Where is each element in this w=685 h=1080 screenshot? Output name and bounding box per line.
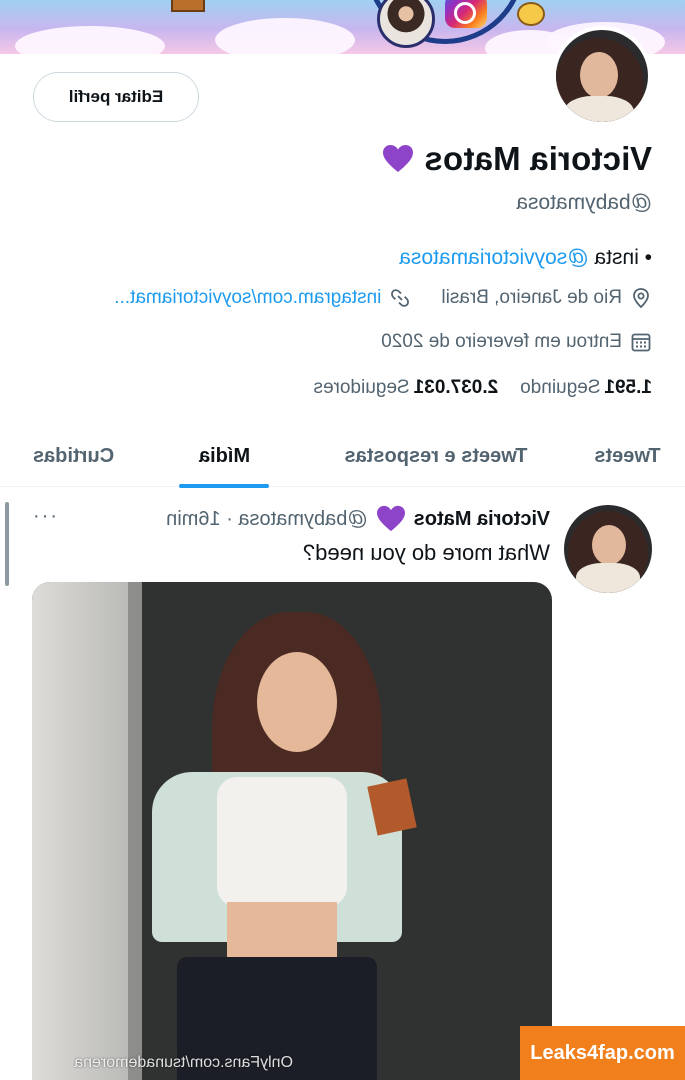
display-name: Victoria Matos bbox=[424, 140, 652, 177]
tweet-header: Victoria Matos @babymatosa · 16min bbox=[166, 505, 550, 533]
following-stat[interactable]: 1.591Seguindo bbox=[520, 377, 652, 399]
tab-likes[interactable]: Curtidas bbox=[0, 425, 147, 487]
mirrored-screen: Editar perfil Victoria Matos @babymatosa… bbox=[0, 0, 685, 1080]
followers-stat[interactable]: 2.037.031Seguidores bbox=[314, 377, 499, 399]
tab-tweets-replies-label: Tweets e respostas bbox=[344, 444, 528, 467]
tweet-text: What more do you need? bbox=[302, 540, 550, 565]
tab-tweets-label: Tweets bbox=[594, 444, 661, 467]
tweet-media-photo[interactable] bbox=[32, 582, 552, 1080]
edit-profile-label: Editar perfil bbox=[68, 87, 164, 106]
tweet-handle-time: @babymatosa · 16min bbox=[166, 507, 368, 530]
bio-text: • insta bbox=[588, 246, 652, 269]
profile-location: Rio de Janeiro, Brasil bbox=[441, 287, 622, 308]
following-label: Seguindo bbox=[520, 377, 601, 398]
profile-joined-row: Entrou em fevereiro de 2020 bbox=[381, 331, 652, 353]
profile-joined-date: Entrou em fevereiro de 2020 bbox=[381, 331, 622, 352]
location-pin-icon bbox=[630, 287, 652, 309]
calendar-icon bbox=[630, 331, 652, 353]
tweet-author-name[interactable]: Victoria Matos bbox=[414, 508, 550, 531]
profile-avatar[interactable] bbox=[552, 26, 652, 126]
profile-website-link[interactable]: instagram.com/soyvictoriamat... bbox=[114, 287, 381, 309]
followers-count: 2.037.031 bbox=[413, 377, 499, 398]
following-count: 1.591 bbox=[604, 377, 652, 398]
profile-handle: @babymatosa bbox=[516, 191, 652, 214]
profile-tabs: Tweets Tweets e respostas Mídia Curtidas bbox=[0, 425, 685, 487]
profile-name-row: Victoria Matos bbox=[382, 140, 652, 178]
bio-instagram-link[interactable]: @soyvictoriamatosa bbox=[399, 246, 588, 269]
gift-box-icon bbox=[171, 0, 205, 12]
edit-profile-button[interactable]: Editar perfil bbox=[33, 72, 199, 122]
instagram-icon bbox=[445, 0, 487, 28]
tab-tweets[interactable]: Tweets bbox=[570, 425, 685, 487]
purple-heart-icon bbox=[382, 144, 414, 174]
follow-stats: 1.591Seguindo 2.037.031Seguidores bbox=[314, 377, 653, 399]
tab-likes-label: Curtidas bbox=[32, 444, 115, 467]
scrollbar-thumb[interactable] bbox=[5, 502, 9, 586]
more-options-icon[interactable]: ··· bbox=[31, 505, 57, 528]
tab-media[interactable]: Mídia bbox=[147, 425, 302, 487]
tweet-avatar[interactable] bbox=[564, 505, 652, 593]
smiley-emoji-icon bbox=[517, 2, 545, 26]
site-watermark: Leaks4fap.com bbox=[520, 1026, 685, 1080]
tab-media-label: Mídia bbox=[198, 444, 251, 467]
link-icon bbox=[389, 287, 411, 309]
overlay-watermark-text: OnlyFans.com/tsunademorena bbox=[74, 1054, 293, 1071]
site-watermark-text: Leaks4fap.com bbox=[530, 1041, 675, 1064]
profile-meta-row: Rio de Janeiro, Brasil instagram.com/soy… bbox=[114, 287, 652, 309]
profile-bio: • insta @soyvictoriamatosa bbox=[399, 246, 652, 270]
followers-label: Seguidores bbox=[313, 377, 410, 398]
tab-tweets-replies[interactable]: Tweets e respostas bbox=[302, 425, 570, 487]
purple-heart-icon bbox=[376, 505, 406, 533]
